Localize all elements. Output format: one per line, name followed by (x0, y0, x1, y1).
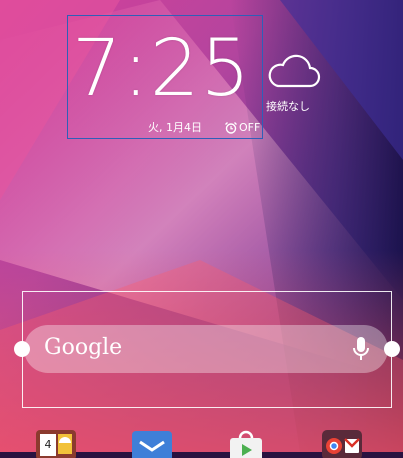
chrome-gmail-folder-icon[interactable] (320, 428, 364, 458)
cloud-icon[interactable] (264, 52, 322, 92)
play-store-icon[interactable] (224, 428, 268, 458)
calendar-icon[interactable]: 4 (34, 428, 78, 458)
email-icon[interactable] (130, 428, 174, 458)
resize-handle-left[interactable] (14, 341, 30, 357)
google-label: Google (44, 335, 123, 360)
resize-handle-right[interactable] (384, 341, 400, 357)
clock-date: 火, 1月4日 (148, 121, 202, 134)
microphone-icon[interactable] (352, 336, 370, 362)
weather-status: 接続なし (266, 100, 310, 113)
alarm-status: OFF (239, 121, 261, 134)
clock-time: 7:25 (72, 24, 252, 114)
alarm-clock-icon (225, 122, 237, 134)
calendar-day: 4 (45, 438, 52, 451)
